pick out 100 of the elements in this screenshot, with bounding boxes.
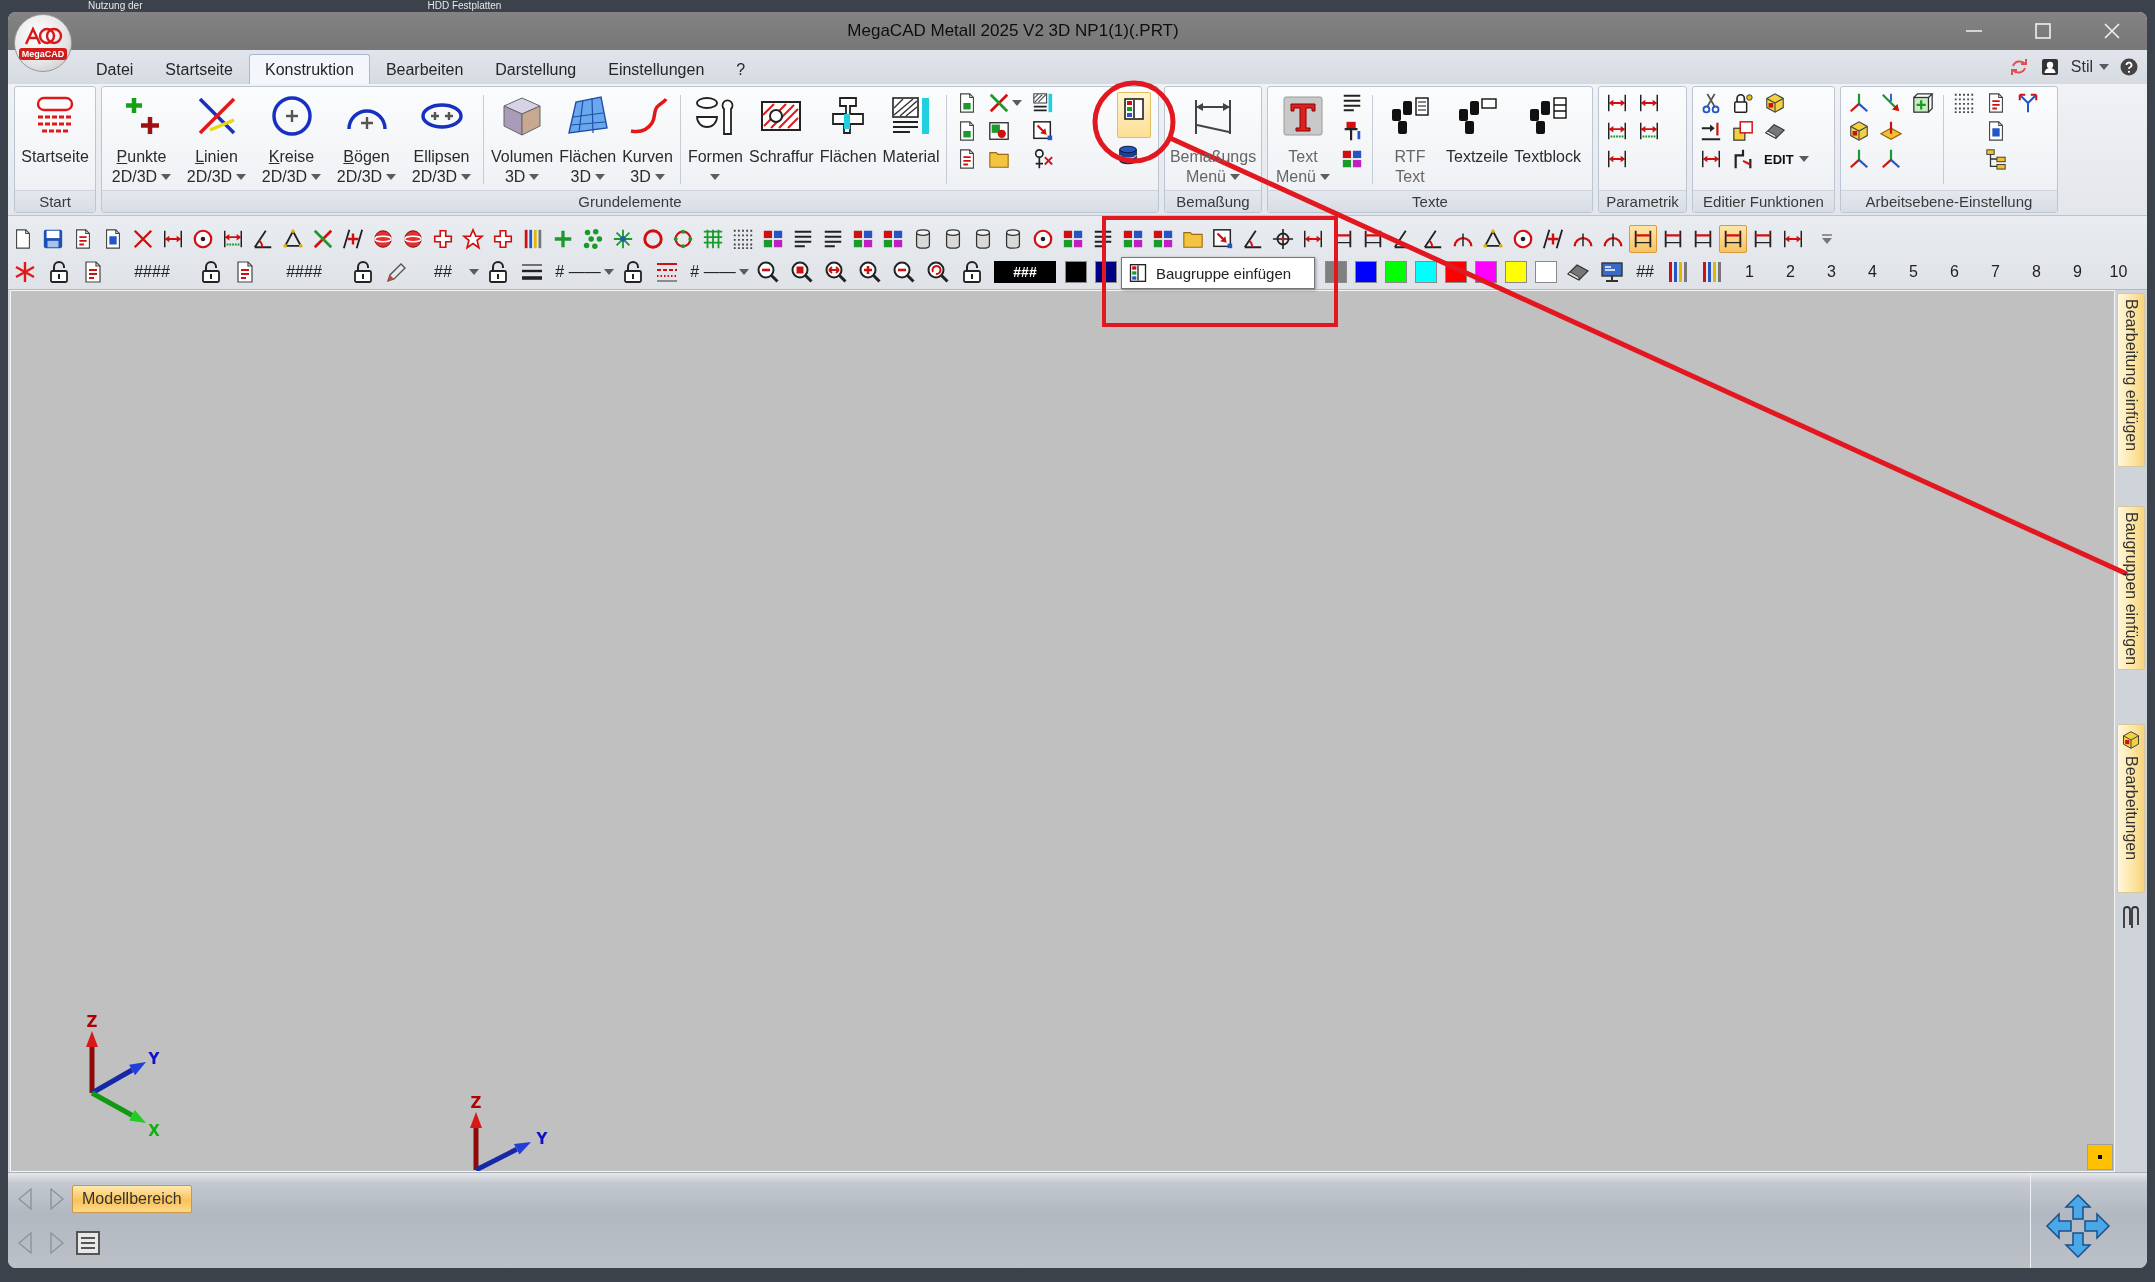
user-icon[interactable] — [2040, 58, 2059, 76]
ribbon-button[interactable]: Textblock — [1511, 87, 1584, 190]
scissors-icon[interactable] — [1700, 92, 1722, 114]
help-icon[interactable] — [2120, 58, 2138, 76]
ribbon-button[interactable]: Volumen 3D — [488, 87, 557, 190]
zoom-in-icon[interactable] — [858, 260, 882, 284]
ribbon-button[interactable]: Bögen 2D/3D — [329, 87, 404, 190]
side-tab[interactable]: Bearbeitungen — [2117, 724, 2145, 893]
padlock-icon[interactable] — [960, 260, 984, 284]
four-way-arrows-icon[interactable] — [2045, 1193, 2111, 1259]
close-icon[interactable] — [2104, 23, 2120, 39]
number-item[interactable]: 9 — [2057, 263, 2098, 281]
color-display[interactable]: ### — [994, 261, 1056, 283]
zoom-out-icon[interactable] — [756, 260, 780, 284]
arrow-box-icon[interactable] — [1032, 120, 1055, 142]
x-shape-icon[interactable] — [988, 92, 1011, 114]
style-dropdown[interactable]: Stil — [2070, 58, 2109, 76]
text-lines-icon[interactable] — [1341, 92, 1363, 114]
dropdown-button[interactable]: EDIT — [1764, 148, 1809, 170]
dimension-icon[interactable] — [1606, 92, 1628, 114]
ribbon-button[interactable]: Material — [879, 87, 943, 190]
lock-dots-icon[interactable] — [1732, 92, 1754, 114]
value-display[interactable]: #### — [281, 263, 327, 281]
ribbon-button[interactable]: Flächen 3D — [556, 87, 620, 190]
paperclip-icon[interactable] — [2120, 904, 2142, 930]
menu-tab[interactable]: Datei — [80, 54, 150, 84]
color-swatch-icon[interactable] — [1065, 261, 1087, 283]
side-tab[interactable]: Bearbeitung einfügen — [2117, 293, 2145, 467]
monitor-icon[interactable] — [1600, 260, 1625, 284]
diagonal-arrow-icon[interactable] — [1880, 92, 1902, 114]
axis-tripod-icon[interactable] — [1848, 148, 1870, 170]
window-grid-icon[interactable] — [1117, 92, 1151, 138]
dimension-icon[interactable] — [1606, 148, 1628, 170]
number-item[interactable]: 10 — [2098, 263, 2139, 281]
menu-tab[interactable]: Bearbeiten — [369, 54, 480, 84]
disk-stack-icon[interactable] — [1117, 144, 1139, 166]
hatch-list-icon[interactable] — [1032, 92, 1055, 114]
menu-tab[interactable]: Startseite — [149, 54, 249, 84]
ribbon-button[interactable]: Flächen — [816, 87, 880, 190]
ribbon-button[interactable]: Textzeile — [1443, 87, 1512, 190]
padlock-icon[interactable] — [621, 260, 645, 284]
ribbon-button[interactable]: Formen — [684, 87, 746, 190]
zoom-window-icon[interactable] — [790, 260, 814, 284]
padlock-icon[interactable] — [351, 260, 375, 284]
ribbon-button[interactable]: Schraffur — [746, 87, 817, 190]
menu-tab[interactable]: Einstellungen — [592, 54, 721, 84]
asterisk-icon[interactable] — [13, 260, 37, 284]
axis-tripod-icon[interactable] — [1848, 92, 1870, 114]
color-swatch-icon[interactable] — [1415, 261, 1438, 283]
ribbon-button[interactable]: Ellipsen 2D/3D — [404, 87, 479, 190]
padlock-icon[interactable] — [486, 260, 510, 284]
color-swatch-icon[interactable] — [1505, 261, 1528, 283]
zoom-previous-icon[interactable] — [926, 260, 950, 284]
node-figure-icon[interactable] — [1032, 148, 1055, 170]
color-blocks-icon[interactable] — [1341, 148, 1363, 170]
padlock-icon[interactable] — [199, 260, 223, 284]
ribbon-button[interactable]: Punkte 2D/3D — [104, 87, 179, 190]
layout-tab[interactable]: Modellbereich — [72, 1185, 192, 1213]
number-item[interactable]: 1 — [1729, 263, 1770, 281]
line-styles-icon[interactable] — [655, 260, 679, 284]
number-item[interactable]: 3 — [1811, 263, 1852, 281]
list-icon[interactable] — [76, 1231, 100, 1255]
ribbon-button[interactable]: Kreise 2D/3D — [254, 87, 329, 190]
ribbon-button[interactable]: Linien 2D/3D — [179, 87, 254, 190]
step-bracket-icon[interactable] — [1732, 148, 1754, 170]
refresh-icon[interactable] — [2009, 58, 2028, 76]
dimension-icon[interactable] — [1606, 120, 1628, 142]
color-swatch-icon[interactable] — [1385, 261, 1408, 283]
color-swatch-icon[interactable] — [1355, 261, 1378, 283]
cube-icon[interactable] — [1848, 120, 1870, 142]
menu-tab[interactable]: ? — [720, 54, 762, 84]
dot-grid-icon[interactable] — [1953, 92, 1975, 114]
dimension-icon[interactable] — [1638, 92, 1660, 114]
maximize-icon[interactable] — [2035, 23, 2051, 39]
side-tab[interactable]: Baugruppen einfügen — [2117, 506, 2145, 670]
zoom-out-icon[interactable] — [892, 260, 916, 284]
padlock-icon[interactable] — [47, 260, 71, 284]
number-item[interactable]: 5 — [1893, 263, 1934, 281]
bracket-icon[interactable] — [1719, 225, 1747, 253]
value-dropdown[interactable]: # —— — [552, 263, 614, 281]
picture-icon[interactable] — [988, 120, 1011, 142]
ribbon-button[interactable]: Kurven 3D — [619, 87, 676, 190]
axis-tripod-icon[interactable] — [1880, 148, 1902, 170]
number-item[interactable]: 2 — [1770, 263, 1811, 281]
stacked-boxes-icon[interactable] — [1732, 120, 1754, 142]
box-plus-icon[interactable] — [1912, 92, 1934, 114]
cube-icon[interactable] — [1764, 92, 1786, 114]
arrow-line-icon[interactable] — [1700, 120, 1722, 142]
split-arrows-icon[interactable] — [2017, 92, 2039, 114]
ribbon-button[interactable]: Startseite — [18, 87, 92, 190]
number-item[interactable]: 4 — [1852, 263, 1893, 281]
dimension-icon[interactable] — [1700, 148, 1722, 170]
number-item[interactable]: 6 — [1934, 263, 1975, 281]
number-item[interactable]: 7 — [1975, 263, 2016, 281]
color-bars-icon[interactable] — [1700, 260, 1724, 284]
value-display[interactable]: #### — [129, 263, 175, 281]
value-dropdown[interactable]: ## — [417, 263, 479, 281]
zoom-fit-icon[interactable] — [824, 260, 848, 284]
value-display[interactable]: ## — [1636, 263, 1654, 281]
menu-tab[interactable]: Konstruktion — [248, 54, 370, 84]
